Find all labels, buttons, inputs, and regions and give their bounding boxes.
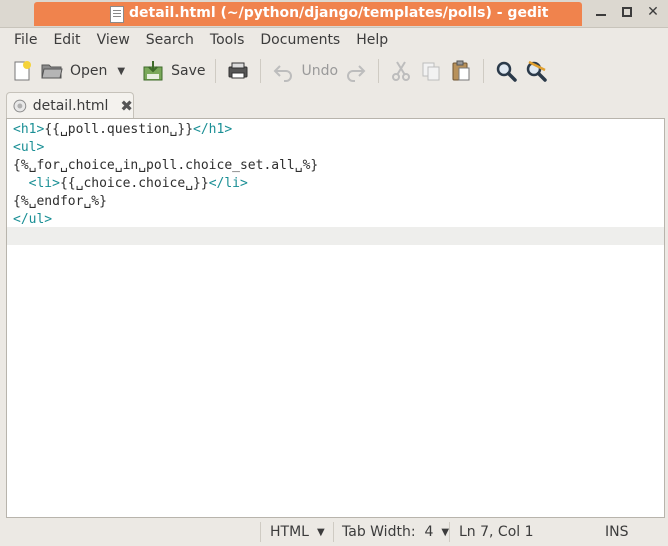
text-editor[interactable]: <h1>{{␣poll.question␣}}</h1> <ul> {%␣for… [6, 118, 665, 518]
code-line: </ul> [13, 212, 53, 227]
new-button[interactable] [10, 56, 34, 86]
toolbar-separator [215, 59, 217, 83]
open-label: Open [70, 63, 108, 79]
close-window-button[interactable]: ✕ [644, 3, 662, 21]
current-line-highlight [7, 227, 664, 245]
find-button[interactable] [494, 56, 518, 86]
toolbar-separator [260, 59, 262, 83]
tab-detail-html[interactable]: detail.html ✖ [6, 92, 134, 119]
find-replace-icon [526, 60, 547, 82]
code-content: <h1>{{␣poll.question␣}}</h1> <ul> {%␣for… [13, 121, 318, 229]
cut-button[interactable] [389, 56, 413, 86]
tab-width-label: Tab Width: 4 [342, 524, 434, 540]
status-bar: HTML ▼ Tab Width: 4 ▼ Ln 7, Col 1 INS [0, 518, 668, 546]
document-tabs: detail.html ✖ [0, 90, 668, 119]
file-icon [13, 99, 27, 113]
open-button[interactable]: Open ▼ [40, 56, 125, 86]
cut-icon [392, 61, 411, 81]
status-separator [333, 522, 334, 542]
menu-file[interactable]: File [6, 32, 45, 48]
code-line: <h1>{{␣poll.question␣}}</h1> [13, 122, 233, 137]
code-line: {%␣for␣choice␣in␣poll.choice_set.all␣%} [13, 158, 319, 173]
paste-icon [452, 60, 470, 81]
minimize-icon [596, 14, 606, 16]
paste-button[interactable] [449, 56, 473, 86]
undo-button[interactable]: Undo [271, 56, 338, 86]
toolbar-separator [378, 59, 380, 83]
copy-button[interactable] [419, 56, 443, 86]
code-line: <ul> [13, 140, 45, 155]
undo-icon [274, 65, 293, 82]
save-icon [143, 61, 163, 81]
tab-close-icon[interactable]: ✖ [120, 97, 133, 115]
window-title-area[interactable]: detail.html (~/python/django/templates/p… [34, 2, 582, 26]
redo-button[interactable] [344, 56, 368, 86]
printer-icon [228, 62, 248, 79]
status-separator [449, 522, 450, 542]
undo-label: Undo [301, 63, 339, 79]
menu-documents[interactable]: Documents [252, 32, 348, 48]
search-icon [496, 61, 517, 82]
print-button[interactable] [226, 56, 250, 86]
title-bar: detail.html (~/python/django/templates/p… [0, 0, 668, 28]
code-line: {%␣endfor␣%} [13, 194, 107, 209]
find-replace-button[interactable] [524, 56, 548, 86]
toolbar: Open ▼ Save Undo [0, 52, 668, 90]
chevron-down-icon: ▼ [441, 526, 450, 538]
window-title: detail.html (~/python/django/templates/p… [129, 5, 549, 21]
menu-view[interactable]: View [89, 32, 138, 48]
close-icon: ✕ [647, 4, 659, 20]
maximize-icon [622, 7, 632, 17]
insert-mode: INS [605, 524, 629, 540]
document-icon [110, 6, 124, 23]
new-document-icon [14, 61, 31, 81]
tab-width-selector[interactable]: Tab Width: 4 ▼ [342, 520, 449, 544]
window-controls: ✕ [592, 3, 662, 21]
copy-icon [422, 62, 440, 81]
redo-icon [347, 65, 366, 82]
chevron-down-icon: ▼ [316, 526, 325, 538]
save-button[interactable]: Save [141, 56, 205, 86]
menu-tools[interactable]: Tools [202, 32, 253, 48]
menu-search[interactable]: Search [138, 32, 202, 48]
toolbar-separator [483, 59, 485, 83]
language-label: HTML [270, 524, 309, 540]
cursor-position: Ln 7, Col 1 [459, 524, 534, 540]
minimize-button[interactable] [592, 3, 610, 21]
tab-label: detail.html [32, 98, 109, 114]
open-folder-icon [41, 64, 63, 79]
menu-bar: File Edit View Search Tools Documents He… [0, 28, 668, 52]
menu-help[interactable]: Help [348, 32, 396, 48]
open-dropdown-icon[interactable]: ▼ [117, 66, 125, 77]
menu-edit[interactable]: Edit [45, 32, 88, 48]
code-line: <li>{{␣choice.choice␣}}</li> [13, 176, 248, 191]
maximize-button[interactable] [618, 3, 636, 21]
status-separator [260, 522, 261, 542]
language-selector[interactable]: HTML ▼ [270, 520, 325, 544]
save-label: Save [171, 63, 206, 79]
